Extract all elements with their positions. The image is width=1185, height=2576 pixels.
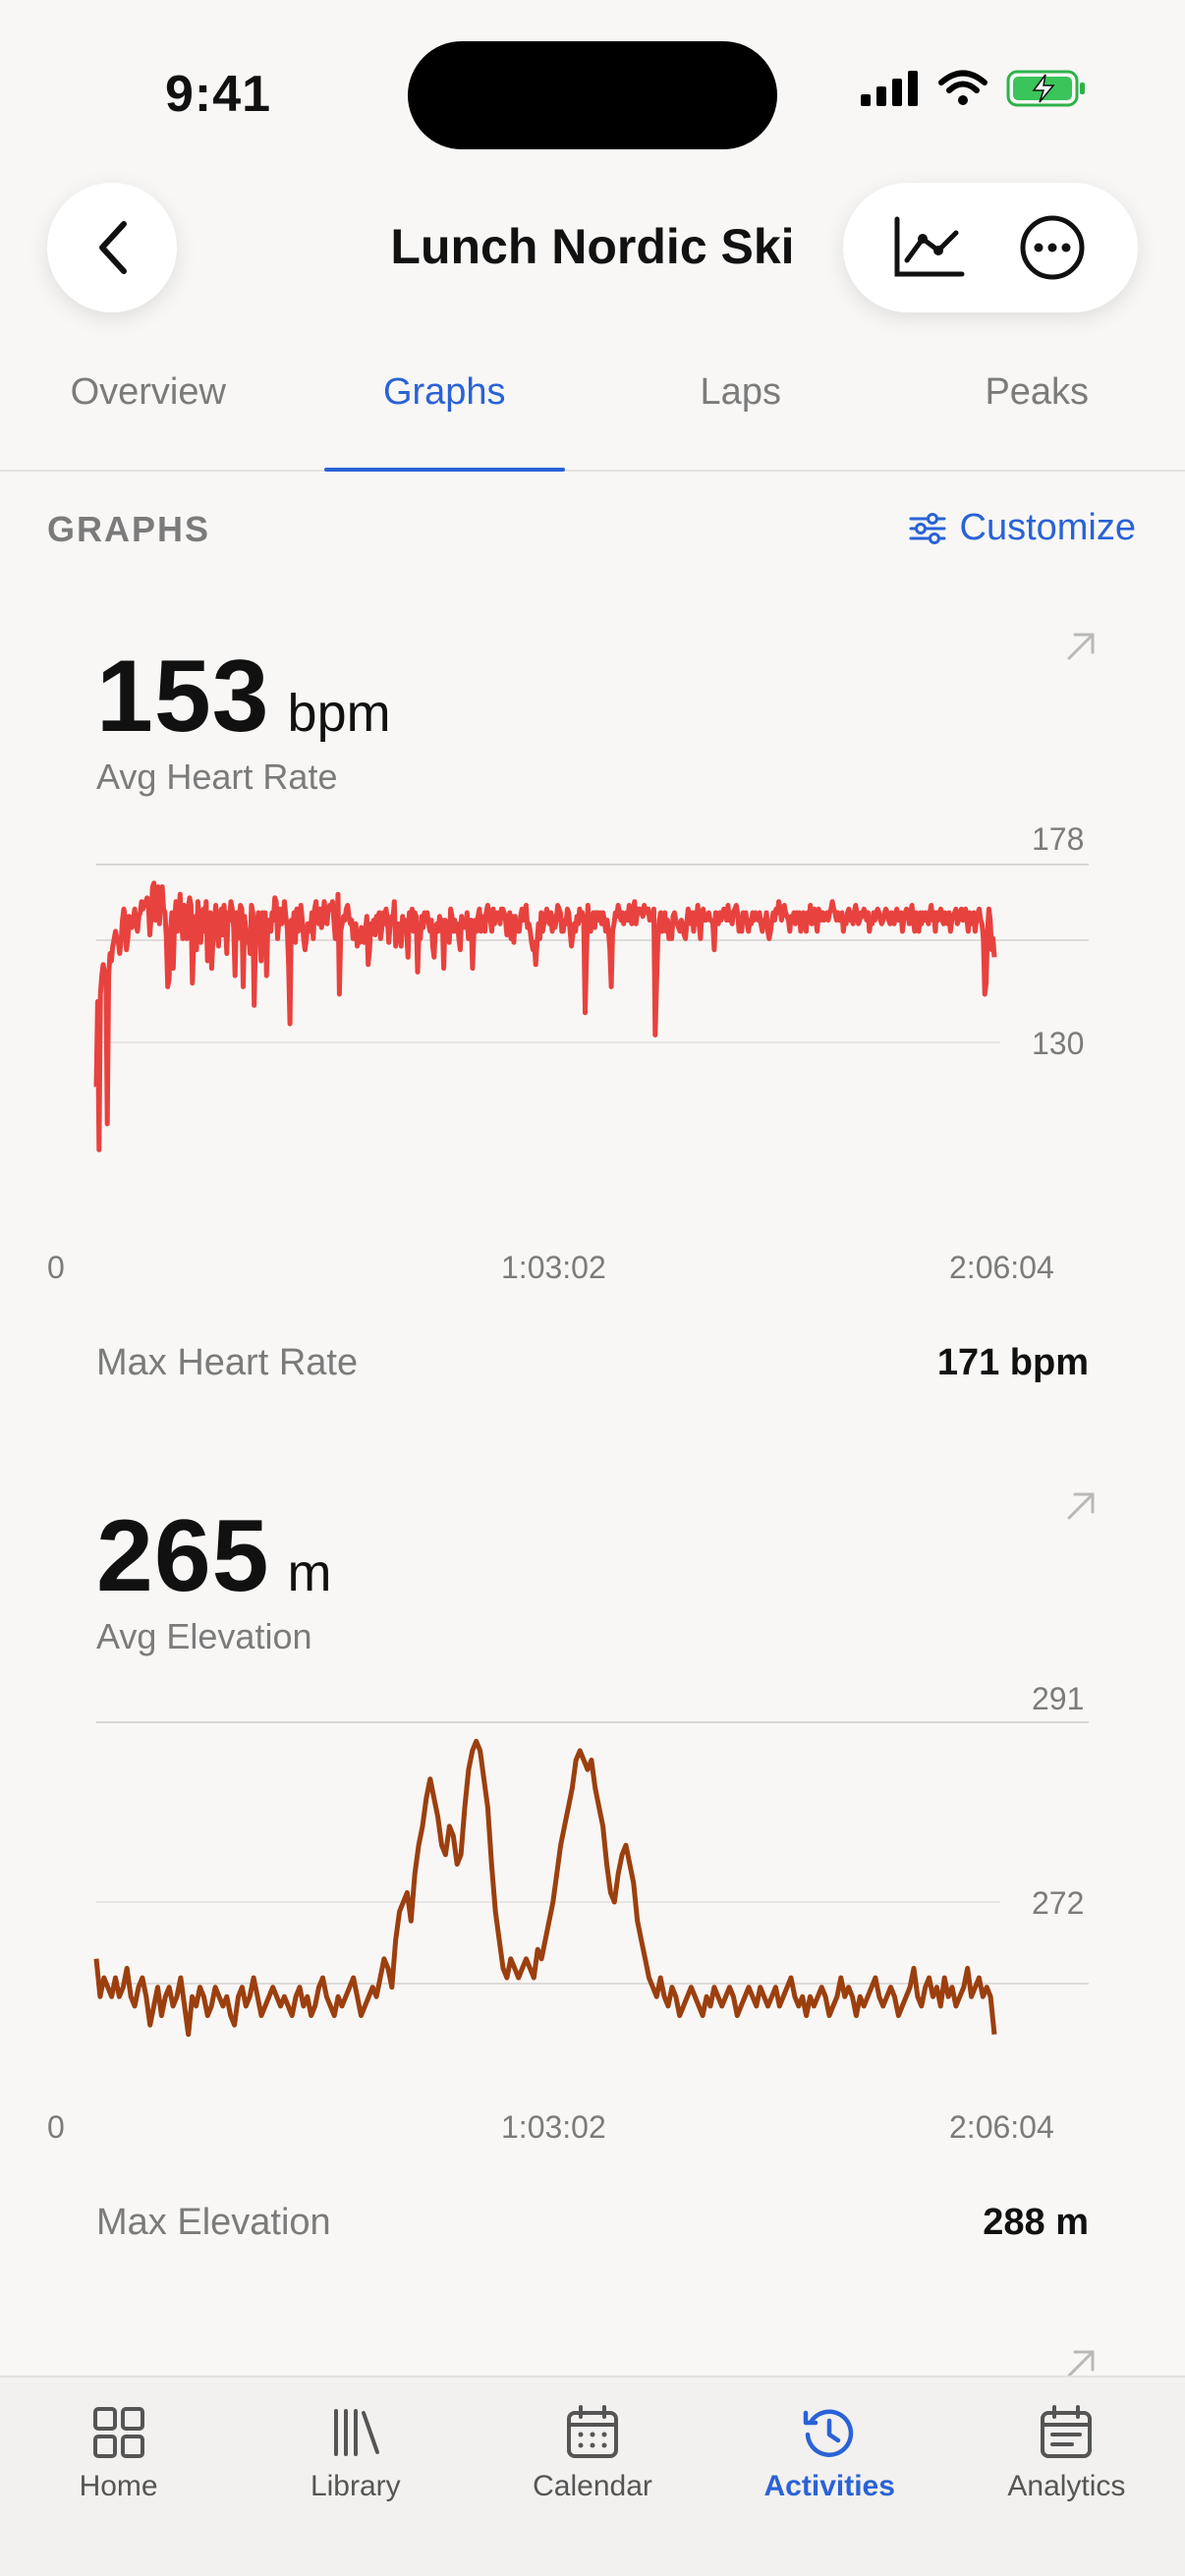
elevation-chart[interactable] [0,1486,1185,2135]
chart-view-button[interactable] [881,200,976,295]
status-time: 9:41 [165,66,272,123]
calendar-icon [567,2405,618,2458]
more-options-button[interactable] [1005,200,1100,295]
tabbar-label: Calendar [533,2470,652,2502]
max-value: 288 m [983,2202,1089,2243]
x-axis-label-end: 2:06:04 [949,2109,1054,2145]
max-stat-row: Max Elevation 288 m [96,2202,1089,2244]
tabbar-item-analytics[interactable]: Analytics [948,2378,1185,2576]
tab-overview[interactable]: Overview [0,344,297,470]
tabbar-label: Library [310,2470,401,2502]
x-axis-label-mid: 1:03:02 [501,1250,606,1285]
segment-tabs: Overview Graphs Laps Peaks [0,344,1185,472]
x-axis-label-start: 0 [47,2109,65,2145]
analytics-icon [1041,2405,1093,2458]
elevation-series-line [93,1738,997,2038]
bottom-tab-bar: Home Library Calendar Activities Analyti… [0,2376,1185,2576]
heart-rate-chart[interactable] [0,627,1185,1275]
max-stat-row: Max Heart Rate 171 bpm [96,1342,1089,1384]
customize-label: Customize [959,507,1137,548]
home-icon [92,2407,144,2458]
tabbar-label: Analytics [1007,2470,1126,2502]
tabbar-item-home[interactable]: Home [0,2378,237,2576]
status-icons [861,69,1087,108]
x-axis-label-mid: 1:03:02 [501,2109,606,2145]
max-label: Max Elevation [96,2202,331,2243]
tabbar-label: Home [79,2470,158,2502]
max-value: 171 bpm [936,1342,1089,1383]
customize-button[interactable]: Customize [909,507,1137,549]
activities-icon [803,2409,854,2457]
tab-laps[interactable]: Laps [592,344,889,470]
activity-graphs-screen: 9:41 Lunch Nordic Ski Overview Graphs La… [0,0,1185,2576]
x-axis-label-start: 0 [47,1250,65,1285]
tabbar-label: Activities [763,2470,895,2502]
line-chart-icon [894,216,965,277]
elevation-card[interactable]: 265 m Avg Elevation 291 272 0 1:03:02 2:… [0,1486,1185,2272]
heart-rate-series-line [93,880,997,1152]
signal-icon [861,71,918,106]
heart-rate-card[interactable]: 153 bpm Avg Heart Rate 178 130 0 1:03:02… [0,627,1185,1413]
battery-charging-icon [1006,70,1085,107]
wifi-icon [938,70,988,105]
dynamic-island [408,41,777,149]
tabbar-item-activities[interactable]: Activities [711,2378,948,2576]
x-axis-label-end: 2:06:04 [949,1250,1054,1285]
tab-peaks[interactable]: Peaks [889,344,1185,470]
status-bar: 9:41 [0,0,1185,177]
tab-graphs[interactable]: Graphs [297,344,593,472]
tabbar-item-calendar[interactable]: Calendar [474,2378,710,2576]
tabbar-item-library[interactable]: Library [237,2378,474,2576]
header-actions [843,183,1138,312]
section-title: GRAPHS [47,509,211,549]
expand-arrow-icon[interactable] [1061,2348,1100,2376]
more-horizontal-icon [1020,215,1085,280]
max-label: Max Heart Rate [96,1342,359,1383]
library-icon [333,2409,379,2456]
sliders-icon [909,512,945,544]
